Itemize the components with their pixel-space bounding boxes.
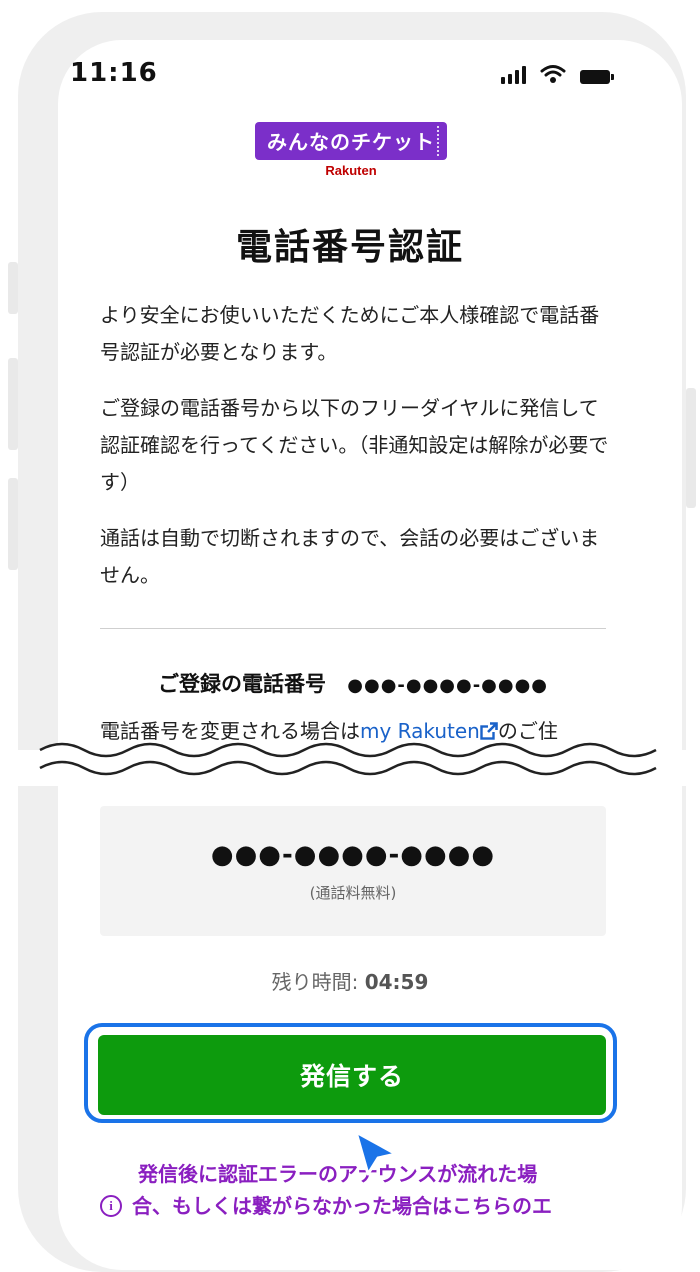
remaining-time-label: 残り時間: <box>271 970 365 994</box>
status-time: 11:16 <box>70 58 158 88</box>
error-note-line2-row: i 合、もしくは繋がらなかった場合はこちらのエ <box>100 1190 610 1222</box>
registered-number-masked: ●●●-●●●●-●●●● <box>347 675 549 696</box>
wifi-icon <box>540 65 566 83</box>
service-logo: みんなのチケット Rakuten <box>246 122 456 178</box>
phone-side-button-volume-down <box>8 478 18 570</box>
pointer-cursor-icon <box>354 1130 398 1176</box>
call-number-box: ●●●-●●●●-●●●● (通話料無料) <box>100 806 606 936</box>
signal-bars-icon <box>501 66 526 84</box>
instruction-paragraph: ご登録の電話番号から以下のフリーダイヤルに発信して認証確認を行ってください。（非… <box>100 396 609 494</box>
call-button[interactable]: 発信する <box>98 1035 606 1115</box>
intro-paragraph: より安全にお使いいただくためにご本人様確認で電話番号認証が必要となります。 <box>100 303 600 364</box>
remaining-time-value: 04:59 <box>364 970 429 994</box>
remaining-time: 残り時間: 04:59 <box>0 966 700 995</box>
call-fee-note: (通話料無料) <box>309 884 397 902</box>
registered-number-row: ご登録の電話番号 ●●●-●●●●-●●●● <box>100 668 606 698</box>
error-note-line2: 合、もしくは繋がらなかった場合はこちらのエ <box>132 1194 552 1218</box>
section-divider <box>100 628 606 629</box>
page-title: 電話番号認証 <box>235 227 464 268</box>
registered-number-label: ご登録の電話番号 <box>157 672 326 696</box>
status-icons <box>501 64 614 84</box>
content-cut-separator <box>0 742 700 786</box>
logo-main-text: みんなのチケット <box>255 122 447 160</box>
logo-rakuten-text: Rakuten <box>325 163 377 178</box>
battery-icon <box>580 70 614 84</box>
phone-side-button-volume-up <box>8 358 18 450</box>
auto-disconnect-paragraph: 通話は自動で切断されますので、会話の必要はございません。 <box>100 526 600 587</box>
phone-side-button-power <box>686 388 696 508</box>
toll-free-number: ●●●-●●●●-●●●● <box>210 840 496 870</box>
info-icon: i <box>100 1195 122 1217</box>
